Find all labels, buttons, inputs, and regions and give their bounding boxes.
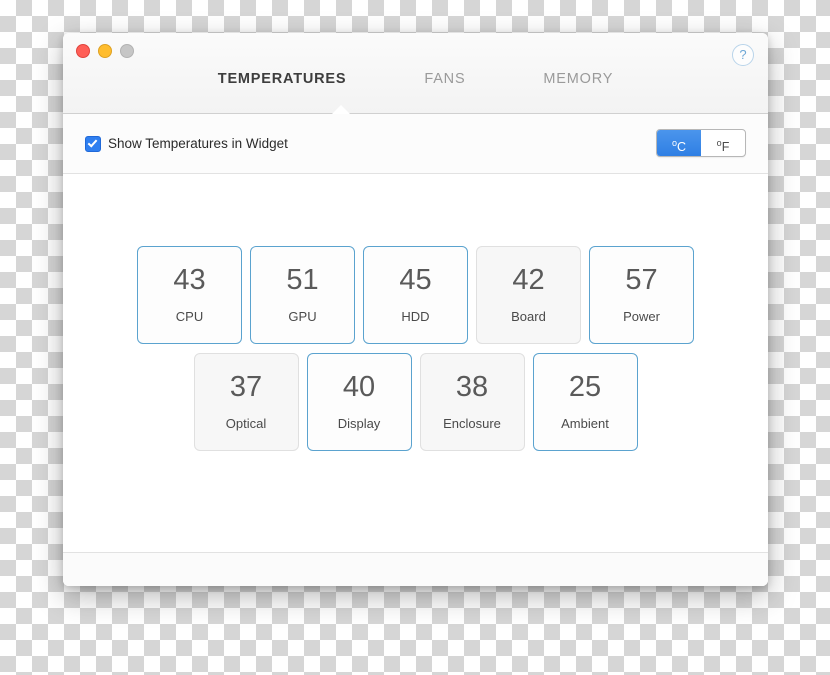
sensor-value: 25 [568,371,602,403]
sensor-tile-ambient[interactable]: 25 Ambient [532,353,638,451]
sensor-row-2: 37 Optical 40 Display 38 Enclosure 25 Am… [63,353,768,451]
active-tab-indicator [331,105,351,115]
sensor-value: 51 [286,264,319,296]
sensor-tile-enclosure[interactable]: 38 Enclosure [419,353,525,451]
checkbox-label: Show Temperatures in Widget [108,136,288,151]
sensor-tile-optical[interactable]: 37 Optical [193,353,299,451]
sensor-label: HDD [401,309,430,324]
sensor-tile-board[interactable]: 42 Board [476,246,581,344]
show-temperatures-checkbox[interactable]: Show Temperatures in Widget [85,135,288,152]
sensor-value: 40 [342,371,376,403]
sensor-value: 37 [229,371,263,403]
options-bar: Show Temperatures in Widget oC oF [63,114,768,174]
sensor-tile-gpu[interactable]: 51 GPU [250,246,355,344]
sensor-value: 43 [173,264,206,296]
sensor-label: Optical [225,416,267,431]
app-window: ? TEMPERATURES FANS MEMORY Show Temperat… [63,33,768,586]
help-icon[interactable]: ? [732,44,754,66]
sensor-value: 57 [625,264,658,296]
sensor-label: GPU [288,309,317,324]
sensor-label: Display [337,416,381,431]
minimize-button[interactable] [98,44,112,58]
sensor-label: Ambient [561,416,609,431]
unit-celsius-label: C [676,140,687,155]
unit-fahrenheit-label: F [721,140,730,155]
checkbox-icon[interactable] [85,135,101,152]
tab-fans[interactable]: FANS [420,69,469,89]
unit-segmented-control[interactable]: oC oF [656,129,746,157]
sensor-tile-display[interactable]: 40 Display [306,353,412,451]
window-controls [76,44,134,58]
sensor-grid: 43 CPU 51 GPU 45 HDD 42 Board 57 Power 3… [63,246,768,451]
sensor-label: Enclosure [443,416,501,431]
sensor-value: 38 [455,371,489,403]
window-titlebar: ? TEMPERATURES FANS MEMORY [63,33,768,115]
sensor-label: CPU [175,309,204,324]
unit-fahrenheit-button[interactable]: oF [701,130,745,156]
tab-bar: TEMPERATURES FANS MEMORY [63,69,768,89]
zoom-button[interactable] [120,44,134,58]
sensor-label: Board [511,309,546,324]
sensor-label: Power [623,309,660,324]
sensor-tile-hdd[interactable]: 45 HDD [363,246,468,344]
tab-memory[interactable]: MEMORY [539,69,617,89]
content-area: 43 CPU 51 GPU 45 HDD 42 Board 57 Power 3… [63,174,768,586]
sensor-value: 42 [512,264,545,296]
sensor-tile-cpu[interactable]: 43 CPU [137,246,242,344]
sensor-row-1: 43 CPU 51 GPU 45 HDD 42 Board 57 Power [63,246,768,344]
window-footer [63,553,768,586]
close-button[interactable] [76,44,90,58]
sensor-tile-power[interactable]: 57 Power [589,246,694,344]
sensor-value: 45 [399,264,432,296]
unit-celsius-button[interactable]: oC [657,130,701,156]
tab-temperatures[interactable]: TEMPERATURES [214,69,351,89]
